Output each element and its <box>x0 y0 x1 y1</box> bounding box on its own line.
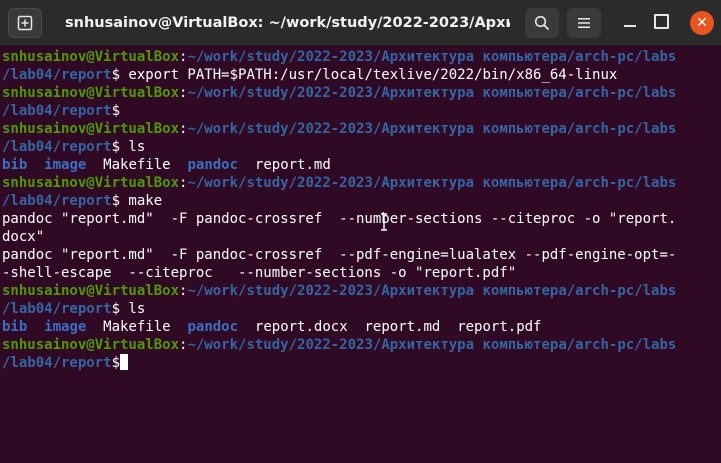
terminal-window: snhusainov@VirtualBox: ~/work/study/2022… <box>0 0 721 463</box>
terminal-line: -shell-escape --citeproc --number-sectio… <box>2 264 516 282</box>
terminal-line: docx" <box>2 228 44 246</box>
prompt-path: ~/work/study/2022-2023/Архитектура компь… <box>187 121 677 137</box>
prompt-path: /lab04/report <box>2 103 112 119</box>
terminal-line: /lab04/report$ ls <box>2 138 145 156</box>
command-text: $ <box>111 103 121 119</box>
directory-entry: bib <box>2 157 28 173</box>
search-button[interactable] <box>525 8 559 38</box>
prompt-path: ~/work/study/2022-2023/Архитектура компь… <box>187 175 677 191</box>
menu-button[interactable] <box>567 8 601 38</box>
search-icon <box>534 15 550 31</box>
terminal-line: pandoc "report.md" -F pandoc-crossref --… <box>2 210 676 228</box>
terminal-line: snhusainov@VirtualBox:~/work/study/2022-… <box>2 174 676 192</box>
terminal-line: bib image Makefile pandoc report.md <box>2 156 331 174</box>
prompt-path: /lab04/report <box>2 301 112 317</box>
command-text: $ export PATH=$PATH:/usr/local/texlive/2… <box>111 67 618 83</box>
prompt-path: ~/work/study/2022-2023/Архитектура компь… <box>187 85 677 101</box>
file-entry: Makefile <box>86 157 188 173</box>
terminal-line: snhusainov@VirtualBox:~/work/study/2022-… <box>2 48 676 66</box>
prompt-user: snhusainov@VirtualBox <box>2 121 180 137</box>
file-entry: report.docx report.md report.pdf <box>238 319 542 335</box>
terminal-line: snhusainov@VirtualBox:~/work/study/2022-… <box>2 120 676 138</box>
new-tab-icon <box>17 15 33 31</box>
prompt-path: /lab04/report <box>2 355 112 371</box>
prompt-path: /lab04/report <box>2 67 112 83</box>
directory-entry: image <box>44 157 87 173</box>
title-bar[interactable]: snhusainov@VirtualBox: ~/work/study/2022… <box>0 0 721 46</box>
new-tab-button[interactable] <box>8 8 42 38</box>
window-title: snhusainov@VirtualBox: ~/work/study/2022… <box>65 15 510 31</box>
terminal-line: bib image Makefile pandoc report.docx re… <box>2 318 541 336</box>
output-text: pandoc "report.md" -F pandoc-crossref --… <box>2 247 677 263</box>
directory-entry: image <box>44 319 87 335</box>
terminal-line: snhusainov@VirtualBox:~/work/study/2022-… <box>2 282 676 300</box>
command-text: $ make <box>111 193 163 209</box>
output-text: -shell-escape --citeproc --number-sectio… <box>2 265 517 281</box>
command-text: $ <box>111 355 121 371</box>
prompt-user: snhusainov@VirtualBox <box>2 85 180 101</box>
file-entry <box>27 157 44 173</box>
command-text: $ ls <box>111 139 146 155</box>
file-entry <box>27 319 44 335</box>
prompt-path: /lab04/report <box>2 193 112 209</box>
directory-entry: pandoc <box>187 319 239 335</box>
file-entry: report.md <box>238 157 331 173</box>
text-cursor-ibeam-icon <box>381 213 387 231</box>
hamburger-menu-icon <box>578 18 590 28</box>
terminal-line: /lab04/report$ <box>2 354 129 372</box>
minimize-icon[interactable] <box>620 13 640 33</box>
prompt-user: snhusainov@VirtualBox <box>2 175 180 191</box>
terminal-cursor <box>120 354 129 370</box>
terminal-line: pandoc "report.md" -F pandoc-crossref --… <box>2 246 676 264</box>
terminal-line: snhusainov@VirtualBox:~/work/study/2022-… <box>2 84 676 102</box>
terminal-line: /lab04/report$ export PATH=$PATH:/usr/lo… <box>2 66 617 84</box>
directory-entry: bib <box>2 319 28 335</box>
prompt-user: snhusainov@VirtualBox <box>2 49 180 65</box>
terminal-output[interactable]: snhusainov@VirtualBox:~/work/study/2022-… <box>0 47 721 463</box>
prompt-path: ~/work/study/2022-2023/Архитектура компь… <box>187 337 677 353</box>
prompt-user: snhusainov@VirtualBox <box>2 283 180 299</box>
close-button[interactable]: ✕ <box>690 11 714 35</box>
command-text: $ ls <box>111 301 146 317</box>
terminal-line: /lab04/report$ <box>2 102 120 120</box>
terminal-line: /lab04/report$ ls <box>2 300 145 318</box>
file-entry: Makefile <box>86 319 188 335</box>
terminal-line: /lab04/report$ make <box>2 192 162 210</box>
prompt-path: /lab04/report <box>2 139 112 155</box>
output-text: pandoc "report.md" -F pandoc-crossref --… <box>2 211 677 227</box>
prompt-path: ~/work/study/2022-2023/Архитектура компь… <box>187 49 677 65</box>
terminal-line: snhusainov@VirtualBox:~/work/study/2022-… <box>2 336 676 354</box>
close-icon: ✕ <box>696 15 708 31</box>
directory-entry: pandoc <box>187 157 239 173</box>
maximize-icon[interactable] <box>654 14 669 29</box>
prompt-user: snhusainov@VirtualBox <box>2 337 180 353</box>
output-text: docx" <box>2 229 45 245</box>
prompt-path: ~/work/study/2022-2023/Архитектура компь… <box>187 283 677 299</box>
